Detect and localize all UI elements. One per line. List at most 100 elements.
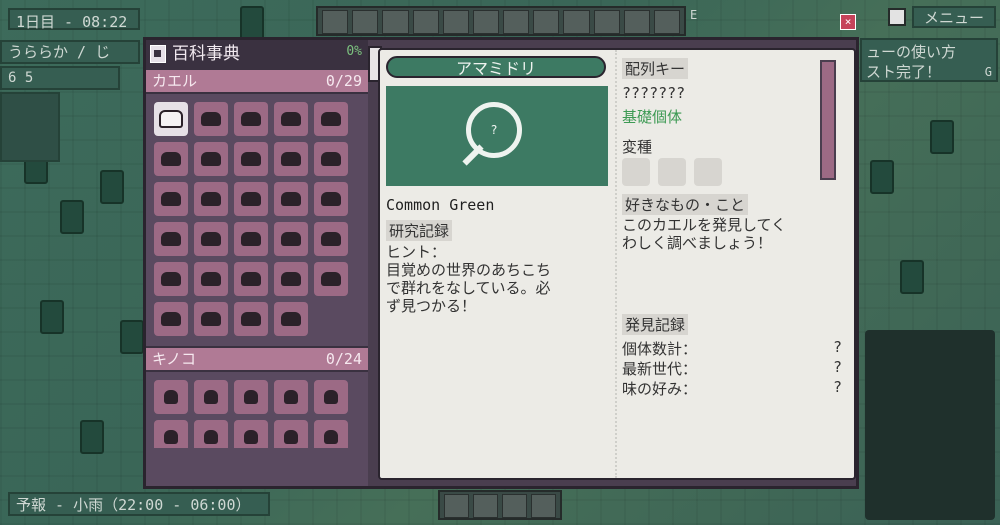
frog-slot[interactable] xyxy=(194,302,228,336)
frog-slot[interactable] xyxy=(194,102,228,136)
tool-slot[interactable] xyxy=(473,494,498,518)
tool-slot[interactable] xyxy=(653,10,681,34)
frog-slot[interactable] xyxy=(154,302,188,336)
variant-slot[interactable] xyxy=(658,158,686,186)
bottom-toolbar xyxy=(438,490,562,520)
close-icon[interactable]: × xyxy=(840,14,856,30)
sequence-strip xyxy=(820,60,836,180)
mushroom-slot[interactable] xyxy=(234,380,268,414)
tool-slot[interactable] xyxy=(472,10,500,34)
resource-panel xyxy=(0,92,60,162)
mushroom-slot[interactable] xyxy=(274,420,308,448)
frog-slot[interactable] xyxy=(154,262,188,296)
toolbar xyxy=(316,6,686,36)
frog-slot[interactable] xyxy=(274,102,308,136)
record-value: ? xyxy=(832,358,842,376)
frog-slot[interactable] xyxy=(274,302,308,336)
record-row: 味の好み： ? xyxy=(622,378,842,399)
frog-slot[interactable] xyxy=(194,222,228,256)
frog-silhouette-icon xyxy=(241,152,261,166)
frog-slot[interactable] xyxy=(314,142,348,176)
frog-slot[interactable] xyxy=(234,222,268,256)
frog-slot[interactable] xyxy=(194,142,228,176)
frog-slot[interactable] xyxy=(154,142,188,176)
mushroom-slot[interactable] xyxy=(194,380,228,414)
frog-silhouette-icon xyxy=(159,110,183,128)
tool-slot[interactable] xyxy=(382,10,409,34)
tool-slot[interactable] xyxy=(593,10,620,34)
frog-silhouette-icon xyxy=(281,312,301,326)
hint-text: ヒント： 目覚めの世界のあちこち で群れをなしている。必 ず見つかる！ xyxy=(386,243,552,315)
category-header-frogs[interactable]: カエル 0/29 xyxy=(146,68,368,94)
frog-silhouette-icon xyxy=(281,272,301,286)
quest-panel: ューの使い方 スト完了！ G xyxy=(860,38,998,82)
completion-percent: 0% xyxy=(346,44,362,59)
base-individual: 基礎個体 xyxy=(622,108,683,126)
frog-silhouette-icon xyxy=(281,192,301,206)
frog-slot[interactable] xyxy=(274,142,308,176)
mushroom-slot[interactable] xyxy=(274,380,308,414)
frog-slot[interactable] xyxy=(314,222,348,256)
mushroom-slot[interactable] xyxy=(314,380,348,414)
tool-slot[interactable] xyxy=(503,10,530,34)
frog-slot[interactable] xyxy=(274,182,308,216)
frog-silhouette-icon xyxy=(201,312,221,326)
frog-slot[interactable] xyxy=(234,182,268,216)
category-header-mushrooms[interactable]: キノコ 0/24 xyxy=(146,346,368,372)
tool-slot[interactable] xyxy=(531,494,556,518)
record-row: 最新世代： ? xyxy=(622,358,842,379)
tree xyxy=(900,260,924,294)
frog-grid xyxy=(146,94,368,344)
tool-slot[interactable] xyxy=(502,494,527,518)
unknown-mark: ? xyxy=(490,123,498,137)
frog-silhouette-icon xyxy=(161,272,181,286)
frog-slot[interactable] xyxy=(194,262,228,296)
mushroom-grid xyxy=(146,372,368,448)
discovery-label: 発見記録 xyxy=(622,314,689,335)
frog-slot[interactable] xyxy=(314,262,348,296)
variant-slot[interactable] xyxy=(622,158,650,186)
frog-slot[interactable] xyxy=(154,222,188,256)
record-label: 最新世代： xyxy=(622,360,698,378)
frog-slot[interactable] xyxy=(274,262,308,296)
day-time-display: 1日目 - 08:22 xyxy=(8,8,140,31)
frog-silhouette-icon xyxy=(321,272,341,286)
frog-slot[interactable] xyxy=(234,302,268,336)
frog-silhouette-icon xyxy=(281,232,301,246)
frog-slot[interactable] xyxy=(274,222,308,256)
frog-slot[interactable] xyxy=(234,142,268,176)
tree xyxy=(870,160,894,194)
encyclopedia-sidebar: 百科事典 0% カエル 0/29 キノコ 0/24 xyxy=(146,40,368,486)
weather-display: うららか / じ xyxy=(0,40,140,64)
tool-slot[interactable] xyxy=(442,10,469,34)
category-name: キノコ xyxy=(152,350,196,368)
tool-slot[interactable] xyxy=(444,494,469,518)
mushroom-slot[interactable] xyxy=(154,420,188,448)
mushroom-slot[interactable] xyxy=(234,420,268,448)
frog-silhouette-icon xyxy=(281,152,301,166)
tree xyxy=(80,420,104,454)
mushroom-slot[interactable] xyxy=(154,380,188,414)
tool-slot[interactable] xyxy=(623,10,650,34)
variant-label: 変種 xyxy=(622,138,653,156)
mushroom-slot[interactable] xyxy=(194,420,228,448)
mushroom-silhouette-icon xyxy=(284,390,298,404)
frog-slot[interactable] xyxy=(154,102,188,136)
menu-button[interactable]: メニュー xyxy=(912,6,996,28)
frog-slot[interactable] xyxy=(314,182,348,216)
mushroom-slot[interactable] xyxy=(314,420,348,448)
research-label: 研究記録 xyxy=(386,220,453,241)
frog-silhouette-icon xyxy=(241,112,261,126)
tool-slot[interactable] xyxy=(322,10,349,34)
frog-slot[interactable] xyxy=(234,262,268,296)
save-icon[interactable] xyxy=(888,8,906,26)
variant-slot[interactable] xyxy=(694,158,722,186)
frog-slot[interactable] xyxy=(154,182,188,216)
frog-slot[interactable] xyxy=(194,182,228,216)
frog-slot[interactable] xyxy=(234,102,268,136)
frog-slot[interactable] xyxy=(314,102,348,136)
tool-slot[interactable] xyxy=(533,10,560,34)
tool-slot[interactable] xyxy=(412,10,439,34)
tool-slot[interactable] xyxy=(563,10,590,34)
tool-slot[interactable] xyxy=(352,10,379,34)
